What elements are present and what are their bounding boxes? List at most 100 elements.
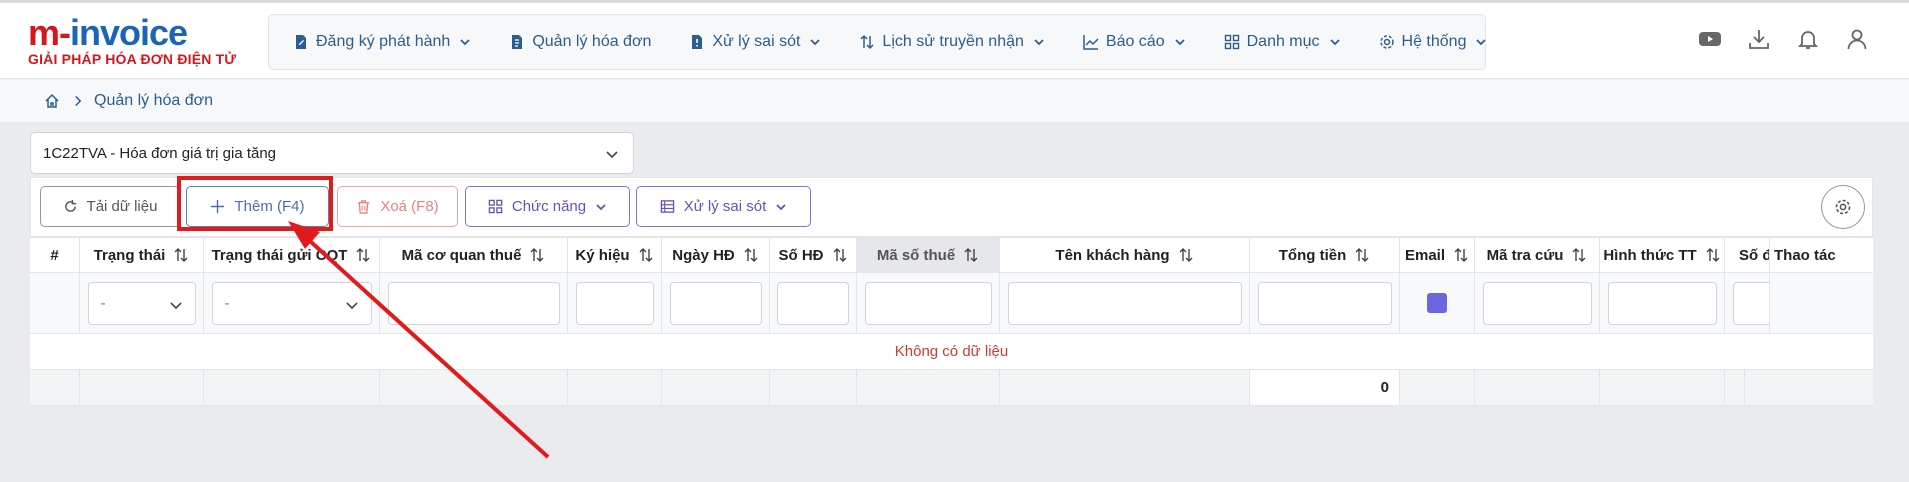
tax-code-filter-input[interactable] xyxy=(864,281,992,325)
invoice-date-filter-input[interactable] xyxy=(669,281,762,325)
invoice-series-select[interactable]: 1C22TVA - Hóa đơn giá trị gia tăng xyxy=(30,132,634,174)
tax-office-code-filter-input[interactable] xyxy=(387,281,560,325)
truncated-filter-input[interactable] xyxy=(1733,281,1769,325)
column-header-total-amount[interactable]: Tổng tiền xyxy=(1250,238,1400,273)
lookup-code-filter-input[interactable] xyxy=(1482,281,1592,325)
total-cell xyxy=(204,370,380,406)
total-amount-cell: 0 xyxy=(1250,370,1400,406)
total-cell xyxy=(770,370,857,406)
column-header-tax-code[interactable]: Mã số thuế xyxy=(857,238,1000,273)
column-header-truncated[interactable]: Số đ xyxy=(1725,238,1770,273)
nav-item-dang-ky-phat-hanh[interactable]: Đăng ký phát hành xyxy=(293,33,471,51)
filter-cell-invoice-date xyxy=(662,273,770,334)
invoice-number-filter-input[interactable] xyxy=(777,281,849,325)
invoice-table: # Trạng thái Trạng thái gửi CQT Mã cơ qu… xyxy=(30,237,1873,406)
column-header-customer-name[interactable]: Tên khách hàng xyxy=(1000,238,1250,273)
cqt-status-filter-select[interactable]: - xyxy=(211,281,372,325)
total-cell xyxy=(662,370,770,406)
sort-icon xyxy=(833,248,846,262)
column-header-tax-office-code[interactable]: Mã cơ quan thuế xyxy=(380,238,568,273)
nav-item-label: Danh mục xyxy=(1246,33,1320,50)
chevron-down-icon xyxy=(460,39,470,46)
series-select-value: 1C22TVA - Hóa đơn giá trị gia tăng xyxy=(43,144,277,162)
nav-item-xu-ly-sai-sot[interactable]: Xử lý sai sót xyxy=(689,33,821,51)
fix-errors-button-label: Xử lý sai sót xyxy=(683,198,767,215)
sort-icon xyxy=(530,248,544,262)
user-icon[interactable] xyxy=(1845,27,1869,51)
invoice-icon xyxy=(512,35,523,49)
filter-cell-lookup-code xyxy=(1475,273,1600,334)
filter-cell-index xyxy=(30,273,80,334)
breadcrumb-current[interactable]: Quản lý hóa đơn xyxy=(94,92,213,110)
filter-cell-tax-office-code xyxy=(380,273,568,334)
symbol-filter-input[interactable] xyxy=(575,281,654,325)
total-cell xyxy=(568,370,662,406)
column-header-cqt-status[interactable]: Trạng thái gửi CQT xyxy=(204,238,380,273)
sort-icon xyxy=(1572,248,1586,262)
column-header-payment-method[interactable]: Hình thức TT xyxy=(1600,238,1725,273)
nav-item-quan-ly-hoa-don[interactable]: Quản lý hóa đơn xyxy=(509,33,651,51)
home-icon[interactable] xyxy=(44,93,60,109)
filter-cell-truncated xyxy=(1725,273,1770,334)
status-filter-select[interactable]: - xyxy=(87,281,196,325)
fix-errors-dropdown-button[interactable]: Xử lý sai sót xyxy=(636,186,811,227)
column-header-index: # xyxy=(30,238,80,273)
payment-method-filter-input[interactable] xyxy=(1607,281,1717,325)
customer-name-filter-input[interactable] xyxy=(1007,281,1242,325)
table-header-row: # Trạng thái Trạng thái gửi CQT Mã cơ qu… xyxy=(30,237,1873,273)
chevron-down-icon xyxy=(345,301,358,309)
main-nav: Đăng ký phát hành Quản lý hóa đơn Xử lý … xyxy=(268,14,1488,70)
total-cell xyxy=(1400,370,1475,406)
filter-cell-cqt-status: - xyxy=(204,273,380,334)
column-header-invoice-date[interactable]: Ngày HĐ xyxy=(662,238,770,273)
nav-item-label: Hệ thống xyxy=(1401,33,1467,50)
trash-icon xyxy=(358,200,370,214)
total-cell xyxy=(1000,370,1250,406)
download-icon[interactable] xyxy=(1747,27,1771,51)
nav-item-label: Xử lý sai sót xyxy=(712,33,801,50)
youtube-icon[interactable] xyxy=(1698,27,1722,51)
nav-item-he-thong[interactable]: Hệ thống xyxy=(1379,33,1488,51)
reload-button[interactable]: Tải dữ liệu xyxy=(40,186,180,227)
bell-icon[interactable] xyxy=(1796,27,1820,51)
column-header-invoice-number[interactable]: Số HĐ xyxy=(770,238,857,273)
functions-dropdown-button[interactable]: Chức năng xyxy=(465,186,630,227)
logo-wordmark: m-invoice xyxy=(28,12,188,53)
chevron-down-icon xyxy=(169,301,182,309)
delete-button[interactable]: Xoá (F8) xyxy=(337,186,458,227)
nav-item-label: Đăng ký phát hành xyxy=(316,33,451,50)
logo[interactable]: m-invoice GIẢI PHÁP HÓA ĐƠN ĐIỆN TỬ xyxy=(28,15,238,69)
sort-icon xyxy=(356,248,370,262)
nav-item-label: Quản lý hóa đơn xyxy=(532,33,652,50)
total-cell xyxy=(1745,370,1873,406)
total-amount-filter-input[interactable] xyxy=(1257,281,1392,325)
filter-cell-email xyxy=(1400,273,1475,334)
sort-icon xyxy=(1355,248,1369,262)
column-header-symbol[interactable]: Ký hiệu xyxy=(568,238,662,273)
filter-cell-tax-code xyxy=(857,273,1000,334)
app-header: m-invoice GIẢI PHÁP HÓA ĐƠN ĐIỆN TỬ Đăng… xyxy=(0,3,1909,79)
chevron-right-icon xyxy=(75,95,82,107)
chevron-down-icon xyxy=(1476,39,1487,46)
table-settings-button[interactable] xyxy=(1821,185,1865,229)
email-filter-checkbox[interactable] xyxy=(1427,293,1447,313)
gear-icon xyxy=(1835,199,1851,215)
column-header-email[interactable]: Email xyxy=(1400,238,1475,273)
nav-item-lich-su-truyen-nhan[interactable]: Lịch sử truyền nhận xyxy=(859,33,1044,51)
document-warning-icon xyxy=(692,35,703,49)
sort-icon xyxy=(174,248,188,262)
sort-icon xyxy=(639,248,653,262)
nav-item-label: Lịch sử truyền nhận xyxy=(882,33,1024,50)
filter-cell-actions xyxy=(1770,273,1873,334)
total-cell xyxy=(80,370,204,406)
nav-item-danh-muc[interactable]: Danh mục xyxy=(1224,33,1341,51)
sort-icon xyxy=(1706,248,1720,262)
functions-button-label: Chức năng xyxy=(511,198,587,215)
column-header-status[interactable]: Trạng thái xyxy=(80,238,204,273)
delete-button-label: Xoá (F8) xyxy=(380,198,439,215)
empty-state-row: Không có dữ liệu xyxy=(30,334,1873,370)
column-header-lookup-code[interactable]: Mã tra cứu xyxy=(1475,238,1600,273)
total-cell xyxy=(1600,370,1725,406)
nav-item-label: Báo cáo xyxy=(1105,33,1165,50)
nav-item-bao-cao[interactable]: Báo cáo xyxy=(1083,33,1186,51)
